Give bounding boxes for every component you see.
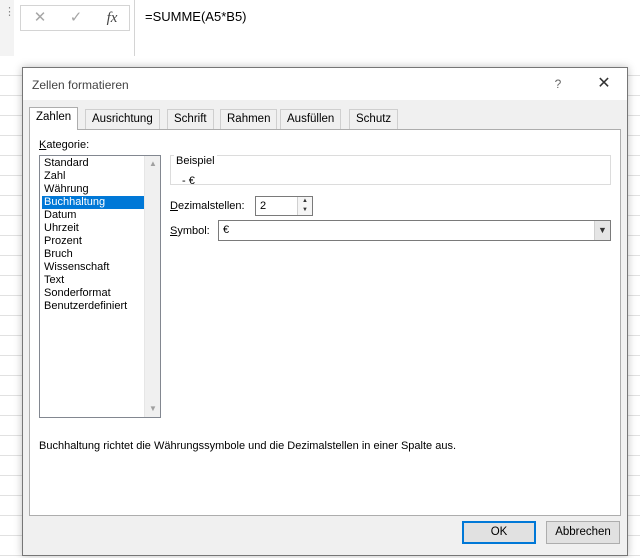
dezimalstellen-value[interactable]: 2 <box>260 200 266 212</box>
list-item[interactable]: Zahl <box>42 170 144 183</box>
list-item[interactable]: Text <box>42 274 144 287</box>
formula-input[interactable]: =SUMME(A5*B5) <box>145 9 247 24</box>
list-item[interactable]: Bruch <box>42 248 144 261</box>
list-item-selected[interactable]: Buchhaltung <box>42 196 144 209</box>
formula-bar: ⋮ ✕ ✓ fx =SUMME(A5*B5) <box>0 0 640 56</box>
beispiel-label: Beispiel <box>174 155 217 167</box>
list-item[interactable]: Wissenschaft <box>42 261 144 274</box>
spin-buttons: ▲ ▼ <box>297 197 312 215</box>
tab-zahlen[interactable]: Zahlen <box>29 107 79 130</box>
tab-panel-zahlen: Kategorie: Standard Zahl Währung Buchhal… <box>29 129 621 516</box>
list-item[interactable]: Prozent <box>42 235 144 248</box>
category-description: Buchhaltung richtet die Währungssymbole … <box>39 440 457 452</box>
list-item[interactable]: Sonderformat <box>42 287 144 300</box>
dezimalstellen-label: Dezimalstellen: <box>170 200 245 212</box>
grip-dots-icon: ⋮ <box>4 6 15 18</box>
confirm-entry-icon[interactable]: ✓ <box>61 8 91 28</box>
tab-schutz[interactable]: Schutz <box>349 109 399 129</box>
close-button[interactable]: ✕ <box>589 72 619 96</box>
scroll-down-icon[interactable]: ▼ <box>145 404 160 413</box>
symbol-value: € <box>223 224 230 236</box>
spin-down-icon[interactable]: ▼ <box>298 206 312 215</box>
scroll-up-icon[interactable]: ▲ <box>145 159 160 168</box>
list-item[interactable]: Währung <box>42 183 144 196</box>
list-item[interactable]: Standard <box>42 157 144 170</box>
cancel-entry-icon[interactable]: ✕ <box>25 8 55 28</box>
insert-function-icon[interactable]: fx <box>97 8 127 28</box>
help-button[interactable]: ? <box>543 74 573 94</box>
dezimalstellen-stepper[interactable]: 2 ▲ ▼ <box>255 196 313 216</box>
symbol-select[interactable]: € ▼ <box>218 220 611 241</box>
format-cells-dialog: Zellen formatieren ? ✕ Zahlen Ausrichtun… <box>22 67 628 556</box>
tab-ausrichtung[interactable]: Ausrichtung <box>85 109 160 129</box>
dialog-title: Zellen formatieren <box>32 78 129 92</box>
category-scrollbar[interactable]: ▲ ▼ <box>144 156 160 417</box>
chevron-down-icon[interactable]: ▼ <box>594 221 610 240</box>
list-item[interactable]: Datum <box>42 209 144 222</box>
tab-rahmen[interactable]: Rahmen <box>220 109 278 129</box>
beispiel-value: - € <box>182 175 195 187</box>
list-item[interactable]: Uhrzeit <box>42 222 144 235</box>
cancel-button[interactable]: Abbrechen <box>546 521 620 544</box>
list-item[interactable]: Benutzerdefiniert <box>42 300 144 313</box>
tab-ausfuellen[interactable]: Ausfüllen <box>280 109 342 129</box>
formula-bar-grip[interactable]: ⋮ <box>0 0 15 56</box>
formula-buttons: ✕ ✓ fx <box>20 5 130 31</box>
kategorie-label: Kategorie: <box>39 139 90 151</box>
ok-button[interactable]: OK <box>462 521 536 544</box>
tab-schrift[interactable]: Schrift <box>167 109 214 129</box>
category-listbox[interactable]: Standard Zahl Währung Buchhaltung Datum … <box>39 155 161 418</box>
beispiel-group <box>170 155 611 185</box>
formula-divider <box>134 0 135 56</box>
dialog-titlebar[interactable]: Zellen formatieren ? ✕ <box>23 68 627 100</box>
symbol-label: Symbol: <box>170 225 210 237</box>
spin-up-icon[interactable]: ▲ <box>298 197 312 206</box>
